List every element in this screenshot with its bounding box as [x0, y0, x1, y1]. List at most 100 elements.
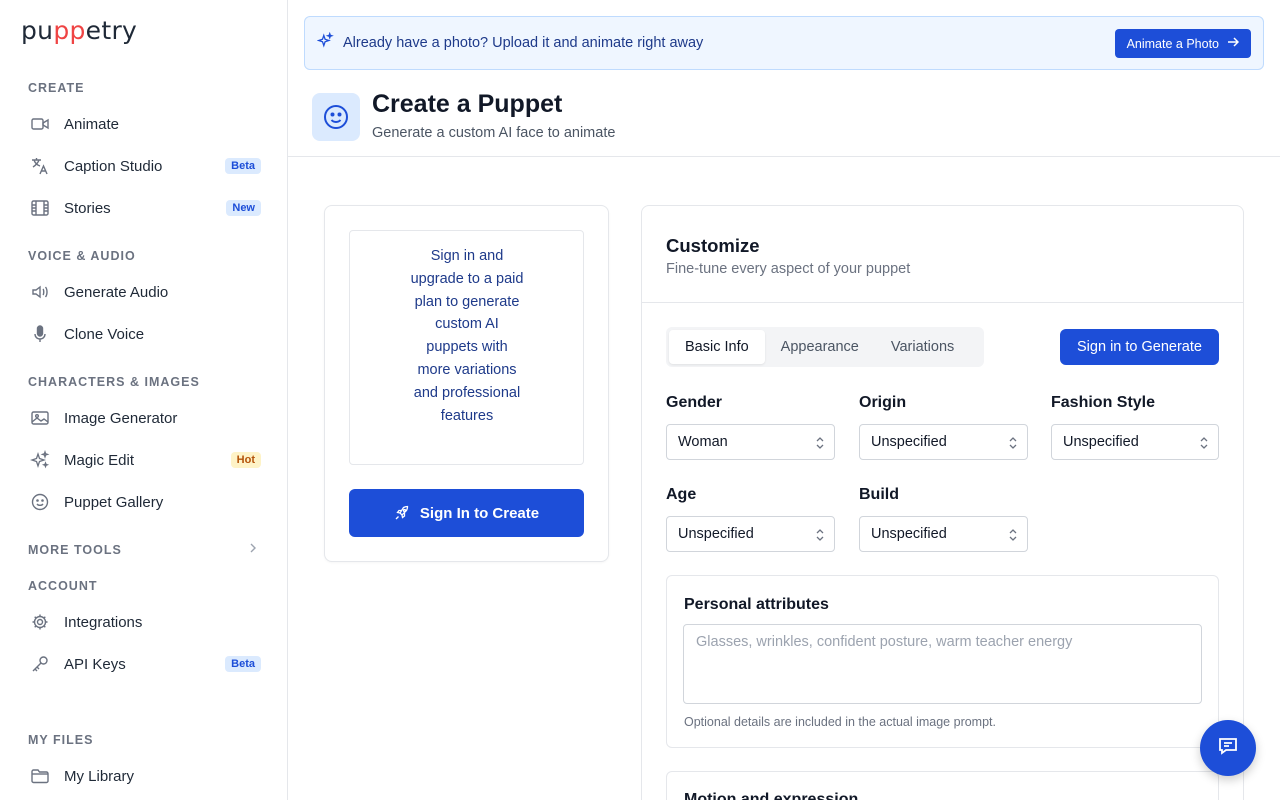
more-tools-toggle[interactable]: MORE TOOLS — [28, 541, 260, 559]
sidebar-item-label: Clone Voice — [64, 325, 145, 343]
page-subtitle: Generate a custom AI face to animate — [372, 125, 616, 141]
sidebar-item-stories[interactable]: Stories New — [20, 190, 270, 226]
sidebar-item-label: API Keys — [64, 655, 126, 673]
video-icon — [30, 114, 50, 134]
brand-logo[interactable]: puppetry — [21, 16, 137, 45]
button-label: Animate a Photo — [1126, 36, 1219, 51]
sparkles-icon — [316, 31, 334, 54]
origin-label: Origin — [859, 394, 907, 411]
sidebar-item-puppet-gallery[interactable]: Puppet Gallery — [20, 484, 270, 520]
chat-support-button[interactable] — [1200, 720, 1256, 776]
sidebar-item-magic-edit[interactable]: Magic Edit Hot — [20, 442, 270, 478]
smiley-icon — [30, 492, 50, 512]
personal-attributes-title: Personal attributes — [684, 596, 829, 613]
select-value: Unspecified — [1063, 434, 1139, 450]
sidebar-item-label: Stories — [64, 199, 111, 217]
sidebar-item-animate[interactable]: Animate — [20, 106, 270, 142]
tab-variations[interactable]: Variations — [875, 330, 970, 364]
hot-badge: Hot — [230, 452, 261, 468]
folder-icon — [30, 766, 50, 786]
select-value: Unspecified — [871, 526, 947, 542]
tab-appearance[interactable]: Appearance — [765, 330, 875, 364]
select-value: Woman — [678, 434, 728, 450]
gear-icon — [30, 612, 50, 632]
button-label: Sign In to Create — [419, 504, 540, 522]
arrow-right-icon — [1227, 36, 1240, 51]
beta-badge: Beta — [225, 656, 261, 672]
upgrade-message: Sign in and upgrade to a paid plan to ge… — [410, 248, 524, 424]
beta-badge: Beta — [225, 158, 261, 174]
sidebar-item-image-generator[interactable]: Image Generator — [20, 400, 270, 436]
microphone-icon — [30, 324, 50, 344]
customize-tabs: Basic Info Appearance Variations — [666, 327, 984, 367]
select-value: Unspecified — [678, 526, 754, 542]
sidebar-item-label: Caption Studio — [64, 157, 163, 175]
sidebar-item-label: Magic Edit — [64, 451, 135, 469]
origin-select[interactable]: Unspecified — [859, 424, 1028, 460]
tab-basic-info[interactable]: Basic Info — [669, 330, 765, 364]
section-voice-audio: VOICE & AUDIO — [28, 249, 136, 263]
gender-label: Gender — [666, 394, 723, 411]
sign-in-to-create-button[interactable]: Sign In to Create — [349, 489, 584, 537]
chevron-right-icon — [246, 541, 260, 560]
sidebar-item-my-library[interactable]: My Library — [20, 758, 270, 794]
fashion-style-select[interactable]: Unspecified — [1051, 424, 1219, 460]
motion-expression-section: Motion and expression — [666, 771, 1219, 800]
sidebar-item-generate-audio[interactable]: Generate Audio — [20, 274, 270, 310]
sidebar-item-caption-studio[interactable]: Caption Studio Beta — [20, 148, 270, 184]
sidebar-item-clone-voice[interactable]: Clone Voice — [20, 316, 270, 352]
upload-banner: Already have a photo? Upload it and anim… — [304, 16, 1264, 70]
sidebar-item-label: Image Generator — [64, 409, 178, 427]
customize-title: Customize — [666, 235, 760, 256]
sparkles-icon — [30, 450, 50, 470]
sidebar-item-integrations[interactable]: Integrations — [20, 604, 270, 640]
age-label: Age — [666, 486, 697, 503]
film-icon — [30, 198, 50, 218]
sidebar-item-api-keys[interactable]: API Keys Beta — [20, 646, 270, 682]
key-icon — [30, 654, 50, 674]
select-value: Unspecified — [871, 434, 947, 450]
customize-card: Customize Fine-tune every aspect of your… — [641, 205, 1244, 800]
animate-photo-button[interactable]: Animate a Photo — [1114, 29, 1251, 58]
updown-chevron-icon — [1009, 529, 1017, 541]
chat-icon — [1216, 734, 1240, 763]
updown-chevron-icon — [1009, 437, 1017, 449]
sidebar-item-label: My Library — [64, 767, 135, 785]
sidebar-item-label: Puppet Gallery — [64, 493, 164, 511]
fashion-style-label: Fashion Style — [1051, 394, 1156, 411]
puppet-icon — [312, 93, 360, 141]
section-my-files: MY FILES — [28, 733, 94, 747]
page-title: Create a Puppet — [372, 90, 563, 118]
motion-expression-title: Motion and expression — [684, 791, 859, 800]
speaker-icon — [30, 282, 50, 302]
updown-chevron-icon — [1200, 437, 1208, 449]
section-create: CREATE — [28, 81, 85, 95]
preview-card: Sign in and upgrade to a paid plan to ge… — [324, 205, 609, 562]
logo-part: etry — [85, 16, 138, 45]
sidebar: puppetry CREATE Animate Caption Studio B… — [0, 0, 288, 800]
section-characters-images: CHARACTERS & IMAGES — [28, 375, 200, 389]
preview-box: Sign in and upgrade to a paid plan to ge… — [349, 230, 584, 465]
new-badge: New — [226, 200, 261, 216]
section-account: ACCOUNT — [28, 579, 98, 593]
sidebar-item-label: Generate Audio — [64, 283, 169, 301]
sign-in-to-generate-button[interactable]: Sign in to Generate — [1060, 329, 1219, 365]
personal-attributes-section: Personal attributes Glasses, wrinkles, c… — [666, 575, 1219, 748]
personal-attributes-help: Optional details are included in the act… — [684, 715, 996, 729]
image-icon — [30, 408, 50, 428]
translate-icon — [30, 156, 50, 176]
divider — [642, 302, 1243, 303]
build-label: Build — [859, 486, 899, 503]
updown-chevron-icon — [816, 437, 824, 449]
rocket-icon — [394, 505, 410, 521]
gender-select[interactable]: Woman — [666, 424, 835, 460]
personal-attributes-input[interactable]: Glasses, wrinkles, confident posture, wa… — [683, 624, 1202, 704]
updown-chevron-icon — [816, 529, 824, 541]
section-more-tools: MORE TOOLS — [28, 543, 122, 557]
age-select[interactable]: Unspecified — [666, 516, 835, 552]
header-divider — [288, 156, 1280, 157]
customize-subtitle: Fine-tune every aspect of your puppet — [666, 261, 911, 277]
build-select[interactable]: Unspecified — [859, 516, 1028, 552]
sidebar-item-label: Integrations — [64, 613, 143, 631]
logo-part: pu — [21, 16, 54, 45]
